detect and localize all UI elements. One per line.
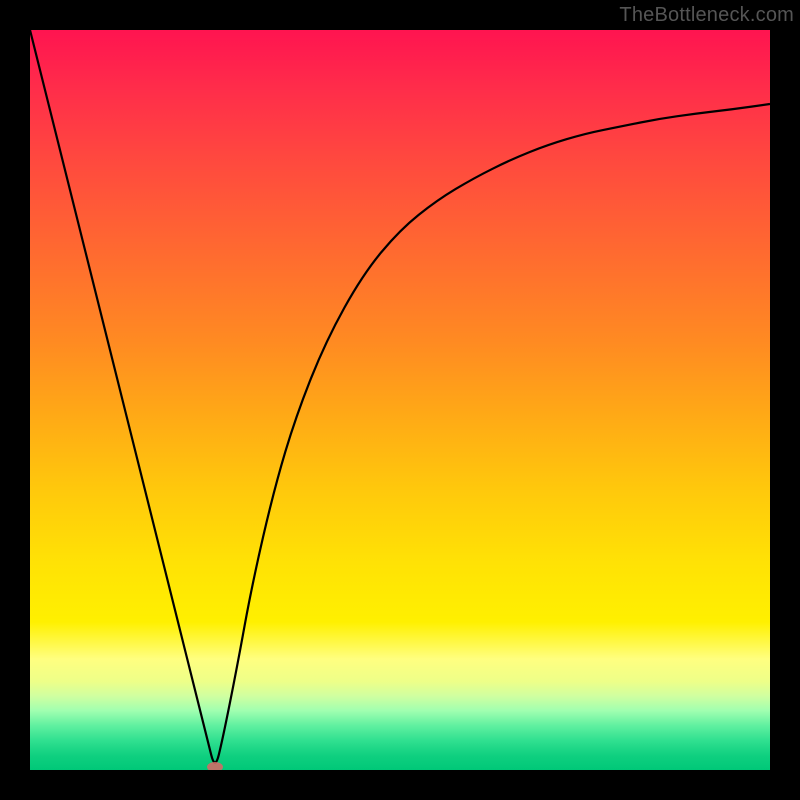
curve-layer xyxy=(30,30,770,770)
watermark-text: TheBottleneck.com xyxy=(619,4,794,27)
plot-area xyxy=(30,30,770,770)
minimum-marker xyxy=(207,762,223,770)
chart-container: TheBottleneck.com xyxy=(0,0,800,800)
bottleneck-curve xyxy=(30,30,770,763)
